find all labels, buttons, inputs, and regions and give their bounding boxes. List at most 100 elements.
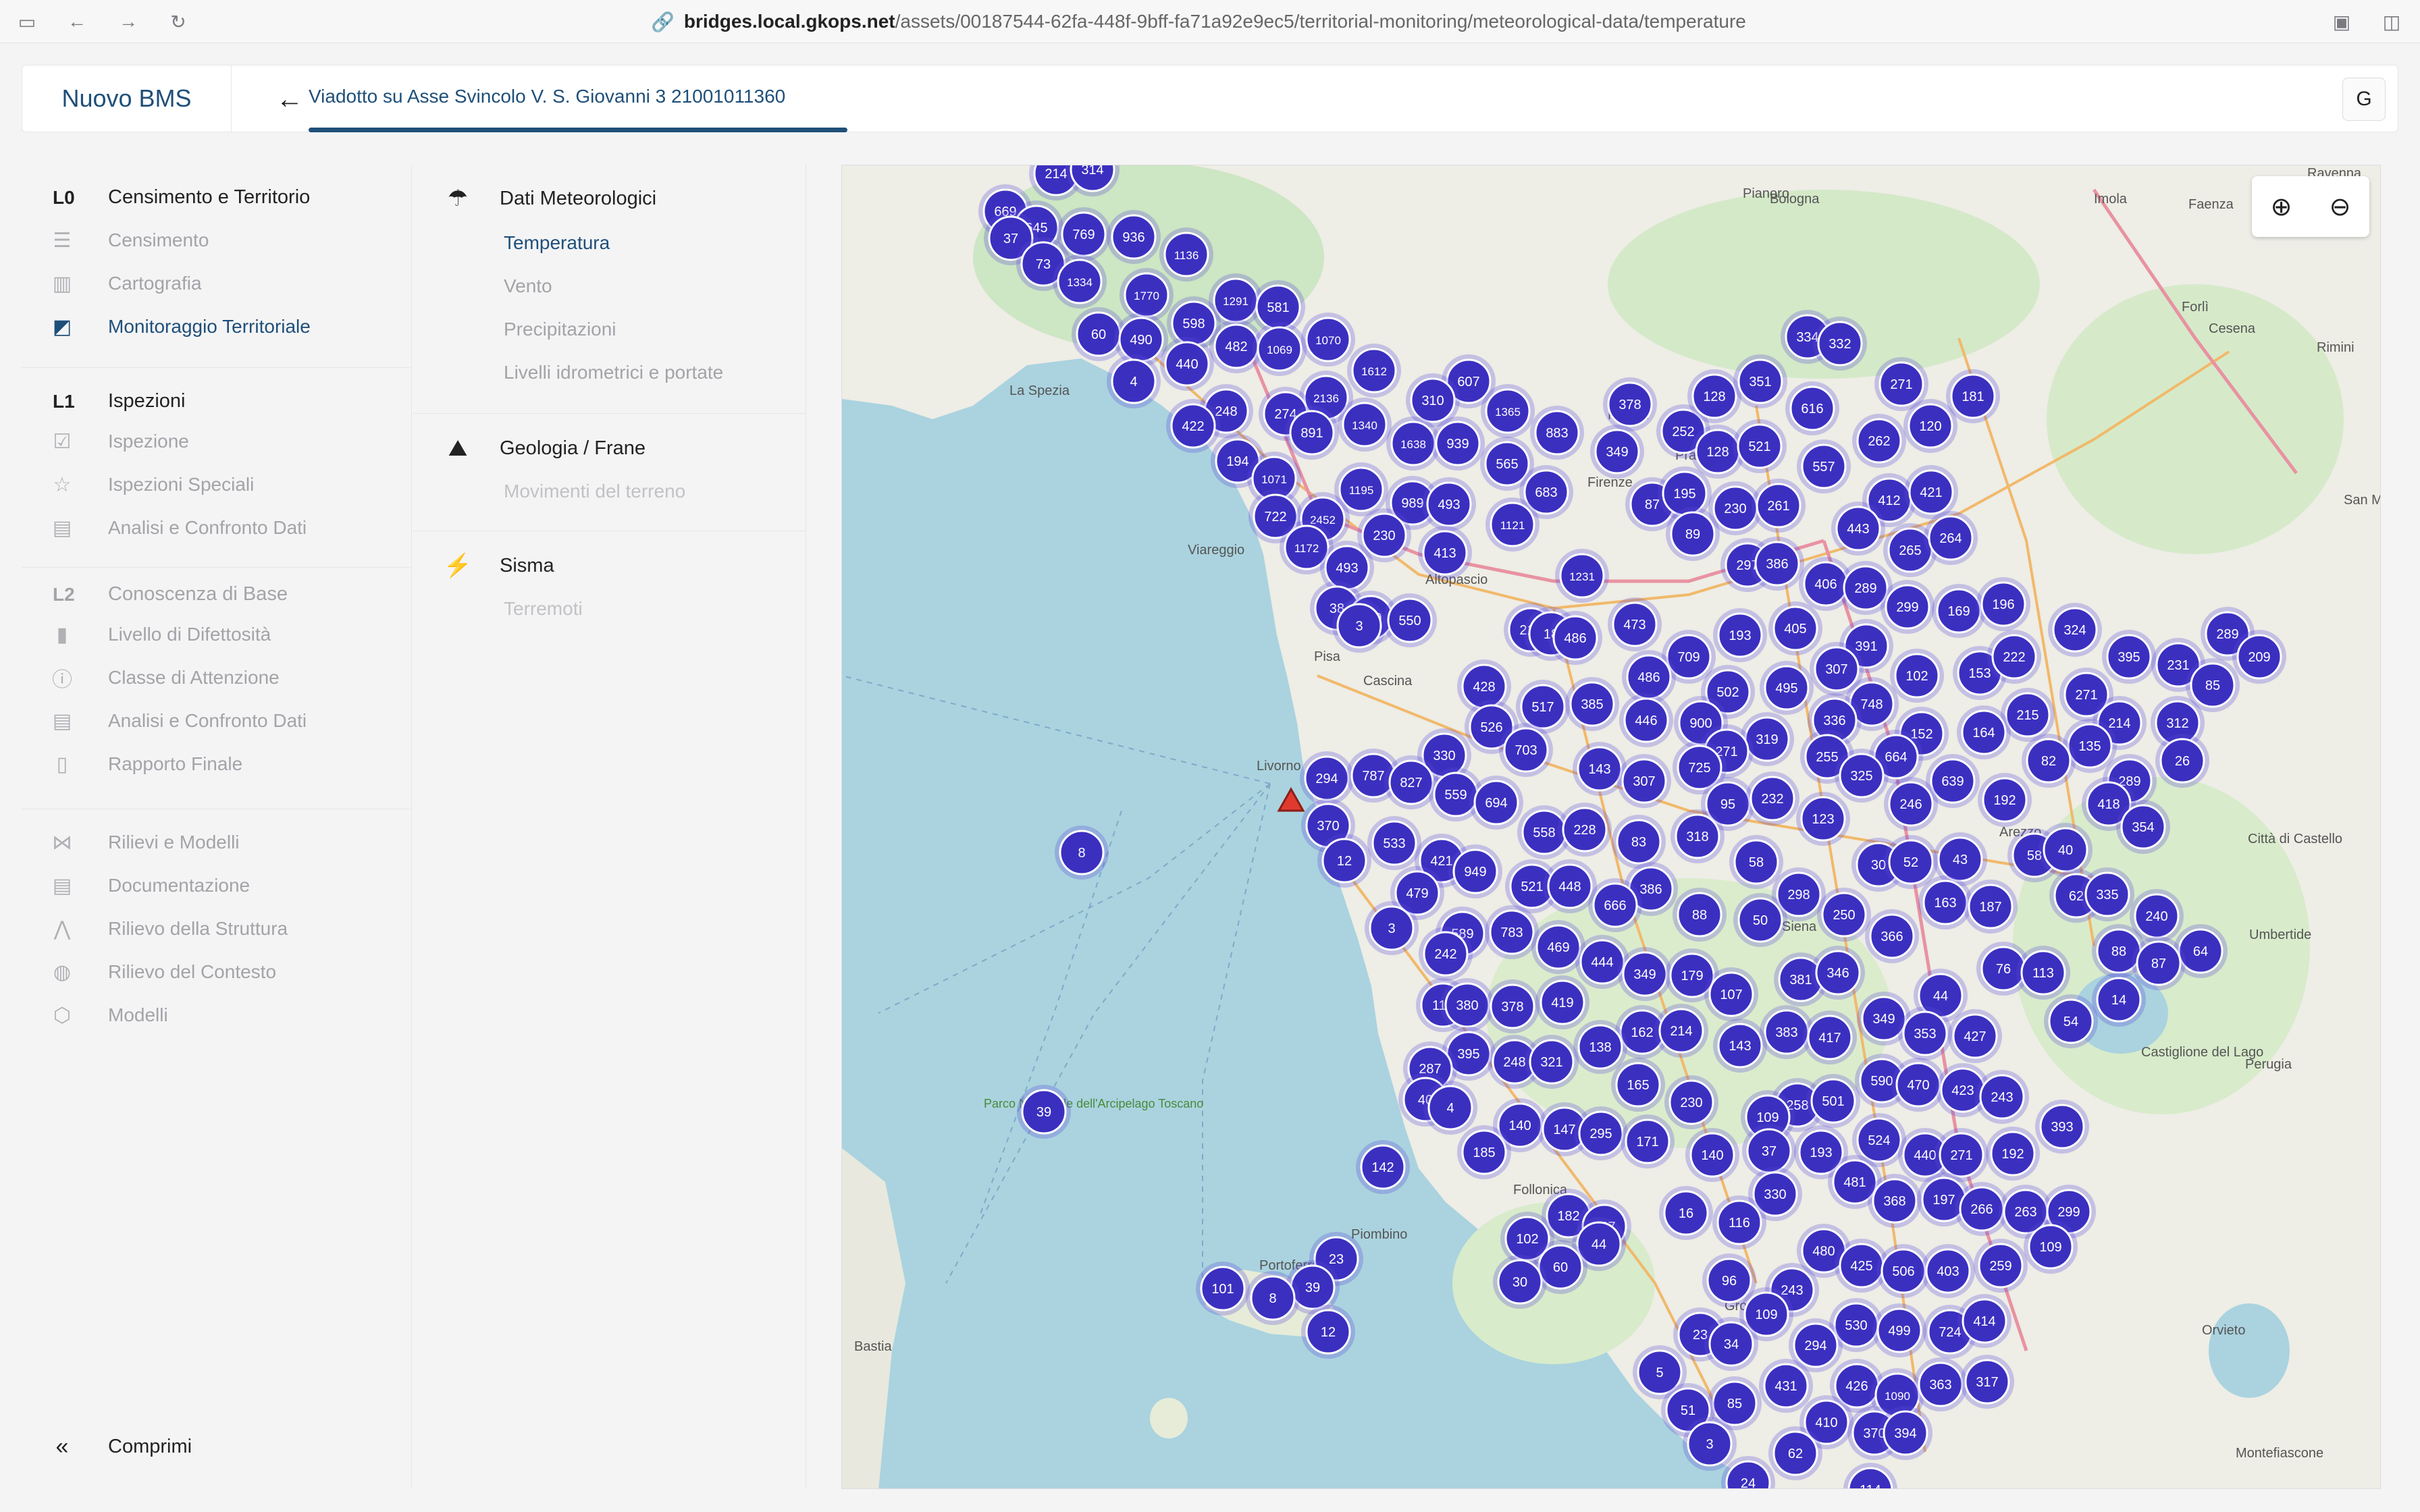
cluster-marker[interactable]: 473 xyxy=(1608,597,1662,651)
cluster-marker[interactable]: 230 xyxy=(1664,1075,1718,1129)
cluster-marker[interactable]: 4 xyxy=(1423,1081,1477,1135)
cluster-marker[interactable]: 82 xyxy=(2022,734,2076,788)
cluster-marker[interactable]: 34 xyxy=(1704,1317,1758,1371)
cluster-marker[interactable]: 120 xyxy=(1903,399,1957,453)
cluster-marker[interactable]: 54 xyxy=(2044,994,2098,1048)
cluster-marker[interactable]: 307 xyxy=(1617,754,1671,808)
cluster-marker[interactable]: 422 xyxy=(1166,399,1220,453)
sidebar-item-documentazione[interactable]: ▤ Documentazione xyxy=(49,872,250,899)
cluster-marker[interactable]: 446 xyxy=(1619,693,1673,747)
cluster-marker[interactable]: 40 xyxy=(2038,823,2093,877)
cluster-marker[interactable]: 214 xyxy=(1654,1004,1708,1058)
reload-icon[interactable]: ↻ xyxy=(166,9,190,34)
cluster-marker[interactable]: 501 xyxy=(1806,1074,1860,1128)
cluster-marker[interactable]: 295 xyxy=(1574,1106,1628,1160)
back-arrow-icon[interactable]: ← xyxy=(65,9,89,34)
sidebar-item-rapporto-finale[interactable]: ▯ Rapporto Finale xyxy=(49,751,243,778)
sidebar-toggle-icon[interactable]: ▭ xyxy=(15,9,39,34)
cluster-marker[interactable]: 493 xyxy=(1422,477,1476,531)
cluster-marker[interactable]: 14 xyxy=(2092,973,2146,1027)
cluster-marker[interactable]: 1334 xyxy=(1053,254,1107,308)
cluster-marker[interactable]: 142 xyxy=(1356,1140,1410,1194)
cluster-marker[interactable]: 394 xyxy=(1878,1406,1932,1460)
cluster-marker[interactable]: 39 xyxy=(1017,1085,1071,1139)
zoom-in-button[interactable]: ⊕ xyxy=(2261,192,2302,222)
cluster-marker[interactable]: 533 xyxy=(1367,816,1421,870)
cluster-marker[interactable]: 1069 xyxy=(1253,322,1307,376)
sidebar-item-classe-attenzione[interactable]: ⓘ Classe di Attenzione xyxy=(49,664,280,691)
cluster-marker[interactable]: 1121 xyxy=(1485,497,1540,551)
cluster-marker[interactable]: 346 xyxy=(1811,946,1865,1000)
cluster-marker[interactable]: 16 xyxy=(1659,1186,1713,1240)
cluster-marker[interactable]: 88 xyxy=(1673,888,1727,942)
cluster-marker[interactable]: 264 xyxy=(1924,511,1978,565)
cluster-marker[interactable]: 3 xyxy=(1365,901,1419,955)
cluster-marker[interactable]: 140 xyxy=(1685,1128,1739,1182)
cluster-marker[interactable]: 891 xyxy=(1285,406,1339,460)
cluster-marker[interactable]: 109 xyxy=(2024,1220,2078,1274)
cluster-marker[interactable]: 193 xyxy=(1713,608,1767,662)
sidebar-item-rilievo-contesto[interactable]: ◍ Rilievo del Contesto xyxy=(49,959,276,986)
cluster-marker[interactable]: 694 xyxy=(1469,776,1523,830)
cluster-marker[interactable]: 242 xyxy=(1419,927,1473,981)
cluster-marker[interactable]: 495 xyxy=(1760,661,1814,715)
sidebar-item-cartografia[interactable]: ▥ Cartografia xyxy=(49,270,202,297)
cluster-marker[interactable]: 353 xyxy=(1898,1006,1952,1060)
cluster-marker[interactable]: 783 xyxy=(1485,905,1539,959)
split-view-icon[interactable]: ◫ xyxy=(2379,9,2404,34)
sidebar-item-modelli[interactable]: ⬡ Modelli xyxy=(49,1002,168,1029)
cluster-marker[interactable]: 26 xyxy=(2155,734,2209,788)
cluster-marker[interactable]: 123 xyxy=(1796,792,1850,846)
sidebar-item-analisi-l1[interactable]: ▤ Analisi e Confronto Dati xyxy=(49,514,307,541)
cluster-marker[interactable]: 385 xyxy=(1565,677,1619,731)
map-view[interactable]: La SpeziaViareggioLuccaPisaLivornoCascin… xyxy=(841,165,2381,1489)
cluster-marker[interactable]: 317 xyxy=(1960,1355,2014,1409)
cluster-marker[interactable]: 557 xyxy=(1797,439,1851,493)
cluster-marker[interactable]: 243 xyxy=(1975,1070,2029,1124)
cluster-marker[interactable]: 324 xyxy=(2048,603,2102,657)
cluster-marker[interactable]: 164 xyxy=(1957,705,2011,759)
brand-logo[interactable]: Nuovo BMS xyxy=(22,65,232,132)
asset-title[interactable]: Viadotto su Asse Svincolo V. S. Giovanni… xyxy=(309,86,785,107)
cluster-marker[interactable]: 30 xyxy=(1493,1255,1547,1309)
cluster-marker[interactable]: 419 xyxy=(1535,975,1589,1029)
cluster-marker[interactable]: 335 xyxy=(2080,867,2134,921)
cluster-marker[interactable]: 666 xyxy=(1588,878,1642,932)
cluster-marker[interactable]: 368 xyxy=(1868,1174,1922,1228)
submenu-item-vento[interactable]: Vento xyxy=(504,275,552,297)
cluster-marker[interactable]: 196 xyxy=(1976,577,2030,631)
cluster-marker[interactable]: 431 xyxy=(1759,1359,1813,1413)
sidebar-item-difettosita[interactable]: ▮ Livello di Difettosità xyxy=(49,621,271,648)
cluster-marker[interactable]: 58 xyxy=(1729,835,1783,889)
cluster-marker[interactable]: 8 xyxy=(1246,1271,1300,1325)
cluster-marker[interactable]: 50 xyxy=(1733,893,1787,947)
cluster-marker[interactable]: 192 xyxy=(1986,1127,2040,1181)
cluster-marker[interactable]: 363 xyxy=(1914,1357,1968,1411)
cluster-marker[interactable]: 318 xyxy=(1671,809,1725,863)
user-avatar[interactable]: G xyxy=(2342,78,2386,121)
cluster-marker[interactable]: 4 xyxy=(1107,354,1161,408)
bridge-marker-icon[interactable] xyxy=(1277,786,1305,812)
address-bar[interactable]: 🔗 bridges.local.gkops.net/assets/0018754… xyxy=(651,9,1746,34)
cluster-marker[interactable]: 187 xyxy=(1964,880,2018,934)
cluster-marker[interactable]: 550 xyxy=(1383,593,1437,647)
sidebar-item-rilievi-modelli[interactable]: ⋈ Rilievi e Modelli xyxy=(49,829,240,856)
cluster-marker[interactable]: 113 xyxy=(2016,946,2070,1000)
cluster-marker[interactable]: 83 xyxy=(1612,815,1666,869)
cluster-marker[interactable]: 262 xyxy=(1852,414,1906,468)
cluster-marker[interactable]: 395 xyxy=(2102,630,2156,684)
cluster-marker[interactable]: 421 xyxy=(1904,465,1958,519)
sidebar-item-monitoraggio[interactable]: ◩ Monitoraggio Territoriale xyxy=(49,313,311,340)
cluster-marker[interactable]: 413 xyxy=(1418,526,1472,580)
cluster-marker[interactable]: 936 xyxy=(1107,210,1161,264)
submenu-item-precipitazioni[interactable]: Precipitazioni xyxy=(504,319,616,340)
cluster-marker[interactable]: 440 xyxy=(1160,337,1214,391)
cluster-marker[interactable]: 143 xyxy=(1713,1019,1767,1073)
cluster-marker[interactable]: 354 xyxy=(2116,800,2170,854)
cluster-marker[interactable]: 703 xyxy=(1499,723,1553,777)
zoom-out-button[interactable]: ⊖ xyxy=(2320,192,2361,222)
cluster-marker[interactable]: 209 xyxy=(2232,630,2286,684)
cluster-marker[interactable]: 3 xyxy=(1332,599,1386,653)
cluster-marker[interactable]: 299 xyxy=(1880,580,1935,634)
reader-icon[interactable]: ▣ xyxy=(2330,9,2354,34)
